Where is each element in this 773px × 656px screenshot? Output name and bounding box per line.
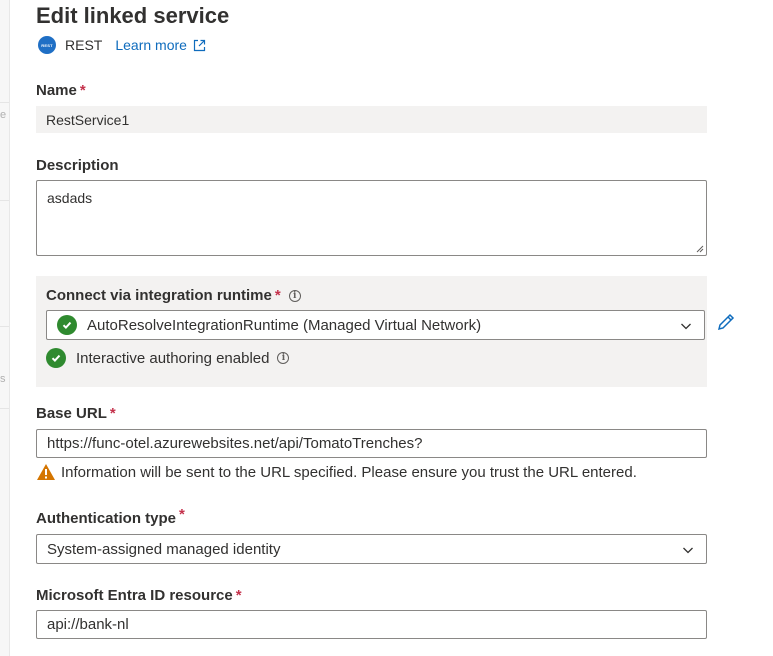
required-asterisk: * (235, 587, 242, 604)
learn-more-link[interactable]: Learn more (115, 37, 206, 53)
background-divider (0, 102, 9, 103)
background-text-fragment: e (0, 109, 7, 121)
external-link-icon (193, 39, 206, 51)
integration-runtime-selected: AutoResolveIntegrationRuntime (Managed V… (87, 316, 482, 334)
required-asterisk: * (179, 506, 185, 523)
authentication-type-label: Authentication type * (36, 506, 185, 527)
integration-runtime-label-text: Connect via integration runtime (46, 287, 272, 304)
integration-runtime-section: Connect via integration runtime * i AutoR… (36, 276, 707, 387)
info-icon[interactable]: i (288, 289, 301, 302)
page-title: Edit linked service (36, 3, 230, 28)
background-blade: e s (0, 0, 10, 656)
check-circle-icon (46, 348, 66, 368)
warning-icon (37, 464, 55, 480)
rest-service-icon: REST (38, 36, 56, 54)
rest-service-icon-text: REST (41, 42, 53, 48)
interactive-authoring-text: Interactive authoring enabled (76, 349, 270, 367)
name-field[interactable]: RestService1 (36, 106, 707, 133)
service-type-label: REST (65, 37, 103, 53)
description-label: Description (36, 157, 119, 174)
base-url-label-text: Base URL (36, 405, 107, 422)
resize-grip-icon[interactable] (695, 244, 704, 253)
base-url-label: Base URL * (36, 405, 116, 422)
interactive-authoring-status: Interactive authoring enabled i (46, 348, 290, 368)
integration-runtime-label: Connect via integration runtime * i (46, 287, 301, 304)
chevron-down-icon (683, 547, 693, 554)
service-type-row: REST REST Learn more (38, 34, 206, 56)
name-label: Name * (36, 82, 86, 99)
authentication-type-label-text: Authentication type (36, 510, 177, 527)
description-textarea[interactable]: asdads (36, 180, 707, 256)
required-asterisk: * (109, 405, 116, 422)
required-asterisk: * (274, 287, 281, 304)
learn-more-label: Learn more (115, 37, 187, 53)
background-text-fragment: s (0, 373, 6, 385)
authentication-type-selected: System-assigned managed identity (47, 540, 281, 558)
description-text: asdads (47, 190, 93, 206)
entra-resource-label: Microsoft Entra ID resource * (36, 587, 242, 604)
chevron-down-icon (681, 323, 691, 330)
check-circle-icon (57, 315, 77, 335)
entra-resource-label-text: Microsoft Entra ID resource (36, 587, 233, 604)
edit-pencil-icon[interactable] (716, 312, 736, 332)
base-url-warning-text: Information will be sent to the URL spec… (61, 463, 637, 481)
base-url-input[interactable]: https://func-otel.azurewebsites.net/api/… (36, 429, 707, 458)
entra-resource-input[interactable]: api://bank-nl (36, 610, 707, 639)
authentication-type-dropdown[interactable]: System-assigned managed identity (36, 534, 707, 564)
name-label-text: Name (36, 82, 77, 99)
background-divider (0, 408, 9, 409)
required-asterisk: * (79, 82, 86, 99)
background-divider (0, 326, 9, 327)
base-url-warning: Information will be sent to the URL spec… (36, 463, 637, 481)
background-divider (0, 200, 9, 201)
info-icon[interactable]: i (277, 352, 290, 364)
integration-runtime-dropdown[interactable]: AutoResolveIntegrationRuntime (Managed V… (46, 310, 705, 340)
